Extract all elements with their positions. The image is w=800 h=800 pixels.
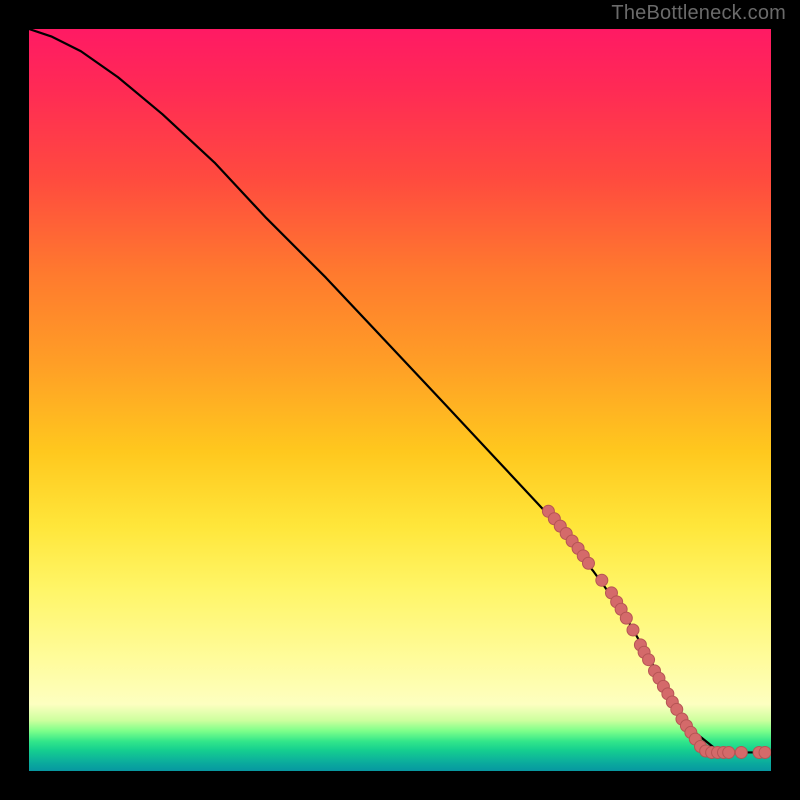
chart-stage: TheBottleneck.com [0, 0, 800, 800]
attribution-text: TheBottleneck.com [611, 2, 786, 25]
curve-marker [643, 654, 655, 666]
curve-overlay [29, 29, 771, 771]
curve-marker [620, 612, 632, 624]
curve-marker [723, 746, 735, 758]
bottleneck-curve [29, 29, 771, 752]
curve-marker [735, 746, 747, 758]
curve-marker [759, 746, 771, 758]
curve-markers [542, 505, 771, 758]
curve-marker [582, 557, 594, 569]
curve-marker [596, 574, 608, 586]
curve-marker [627, 624, 639, 636]
plot-area [29, 29, 771, 771]
